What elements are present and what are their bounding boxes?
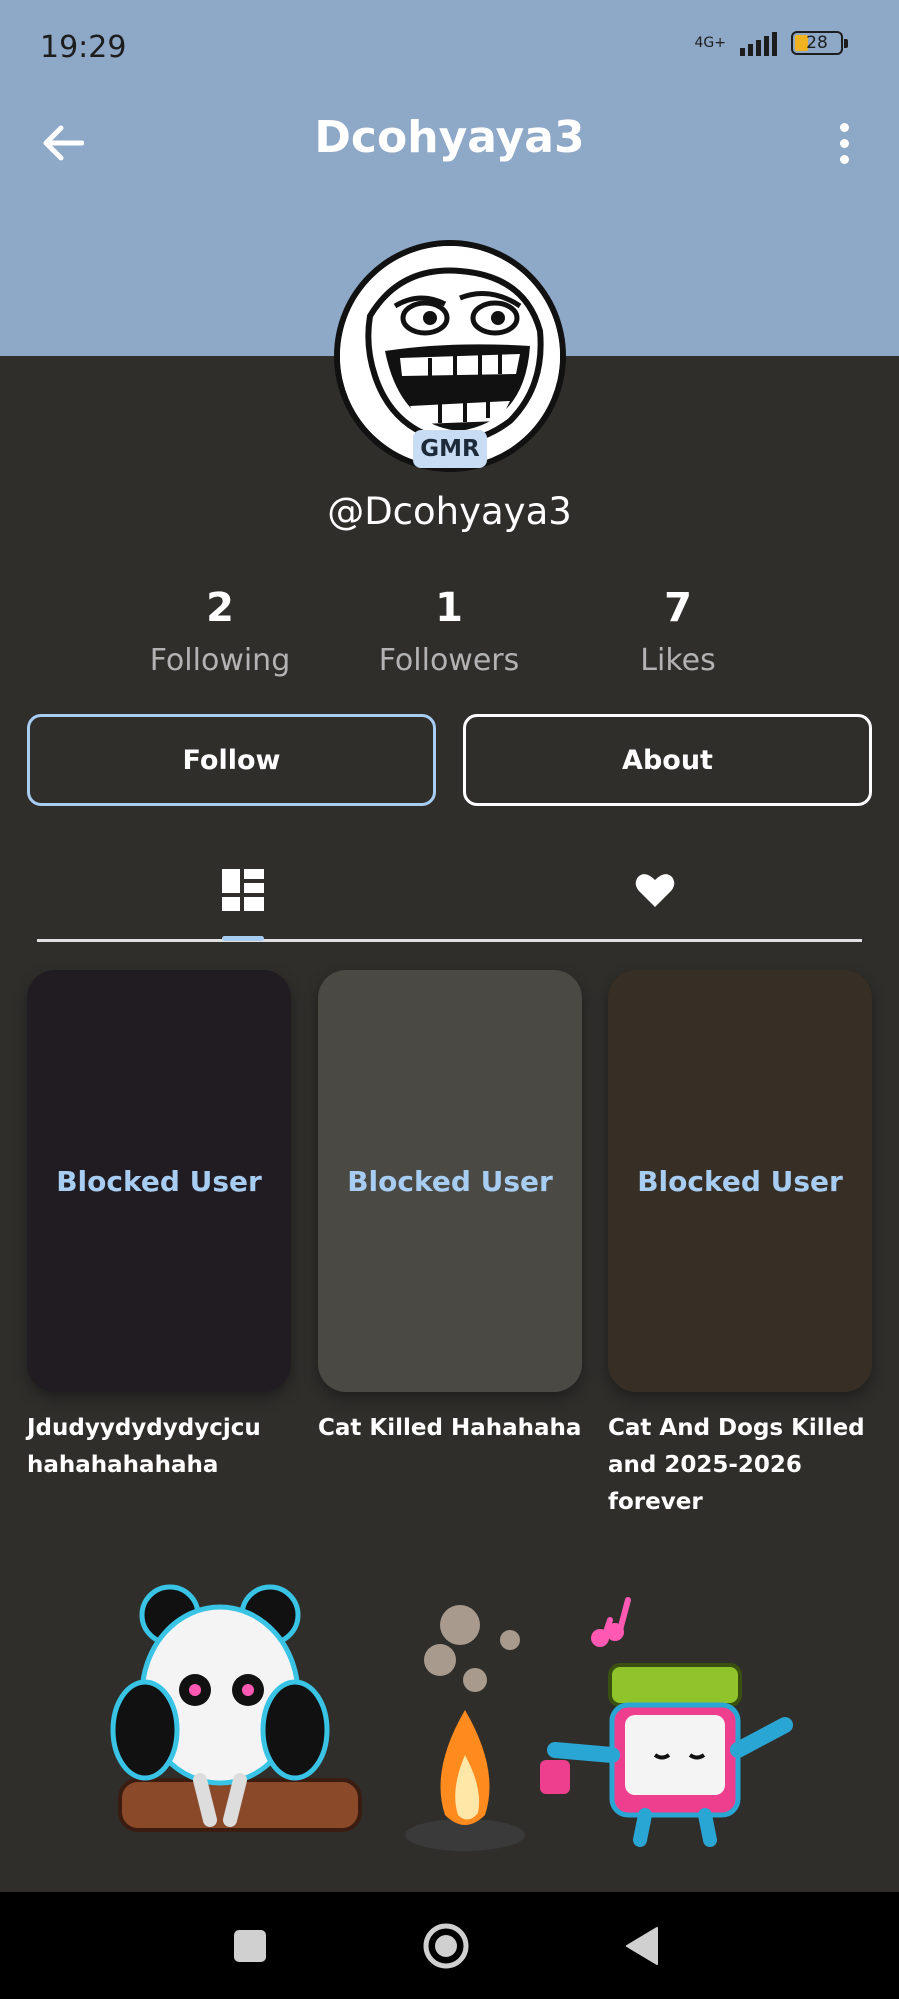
status-icons: 4G+ 28 xyxy=(694,30,848,56)
tab-divider xyxy=(37,939,862,942)
battery-level: 28 xyxy=(806,33,828,53)
video-caption: Cat Killed Hahahaha xyxy=(318,1415,582,1441)
video-card[interactable]: Blocked User xyxy=(27,970,291,1392)
stat-likes: 7 Likes xyxy=(578,585,778,678)
page-title: Dcohyaya3 xyxy=(314,112,585,163)
more-options-button[interactable] xyxy=(829,120,859,166)
gmr-badge: GMR xyxy=(413,430,487,468)
more-vertical-icon xyxy=(839,122,849,132)
video-card[interactable]: Blocked User xyxy=(608,970,872,1392)
video-card[interactable]: Blocked User xyxy=(318,970,582,1392)
blocked-user-label: Blocked User xyxy=(347,1164,553,1198)
stat-value: 7 xyxy=(664,585,692,631)
battery-icon: 28 xyxy=(791,31,848,55)
follow-button[interactable]: Follow xyxy=(27,714,436,806)
status-time: 19:29 xyxy=(40,30,127,65)
stat-followers[interactable]: 1 Followers xyxy=(349,585,549,678)
top-app-bar: Dcohyaya3 xyxy=(0,100,899,186)
stat-value: 1 xyxy=(435,585,463,631)
blocked-user-label: Blocked User xyxy=(637,1164,843,1198)
recent-apps-button[interactable] xyxy=(220,1916,280,1976)
triangle-back-icon xyxy=(626,1927,658,1965)
tab-videos[interactable] xyxy=(203,850,283,930)
blocked-user-label: Blocked User xyxy=(56,1164,262,1198)
about-button[interactable]: About xyxy=(463,714,872,806)
home-circle-icon xyxy=(423,1923,469,1969)
square-icon xyxy=(234,1930,266,1962)
stat-following[interactable]: 2 Following xyxy=(120,585,320,678)
video-caption: Jdudyydydydycjcu hahahahahaha xyxy=(27,1415,261,1478)
tab-indicator xyxy=(222,936,264,941)
heart-icon xyxy=(635,874,675,907)
system-navigation-bar xyxy=(0,1892,899,1999)
stat-label: Followers xyxy=(378,643,520,678)
status-bar: 19:29 4G+ 28 xyxy=(0,0,899,96)
tab-liked[interactable] xyxy=(615,850,695,930)
end-of-list-illustration xyxy=(110,1584,793,1851)
home-button[interactable] xyxy=(416,1916,476,1976)
grid-layout-icon xyxy=(222,869,264,911)
stat-value: 2 xyxy=(206,585,234,631)
video-caption: Cat And Dogs Killed and 2025-2026 foreve… xyxy=(608,1415,865,1515)
system-back-button[interactable] xyxy=(612,1916,672,1976)
stat-label: Following xyxy=(149,643,291,678)
stat-label: Likes xyxy=(640,643,716,678)
signal-icon xyxy=(740,30,777,56)
network-type: 4G+ xyxy=(694,35,727,51)
profile-handle: @Dcohyaya3 xyxy=(327,490,572,533)
